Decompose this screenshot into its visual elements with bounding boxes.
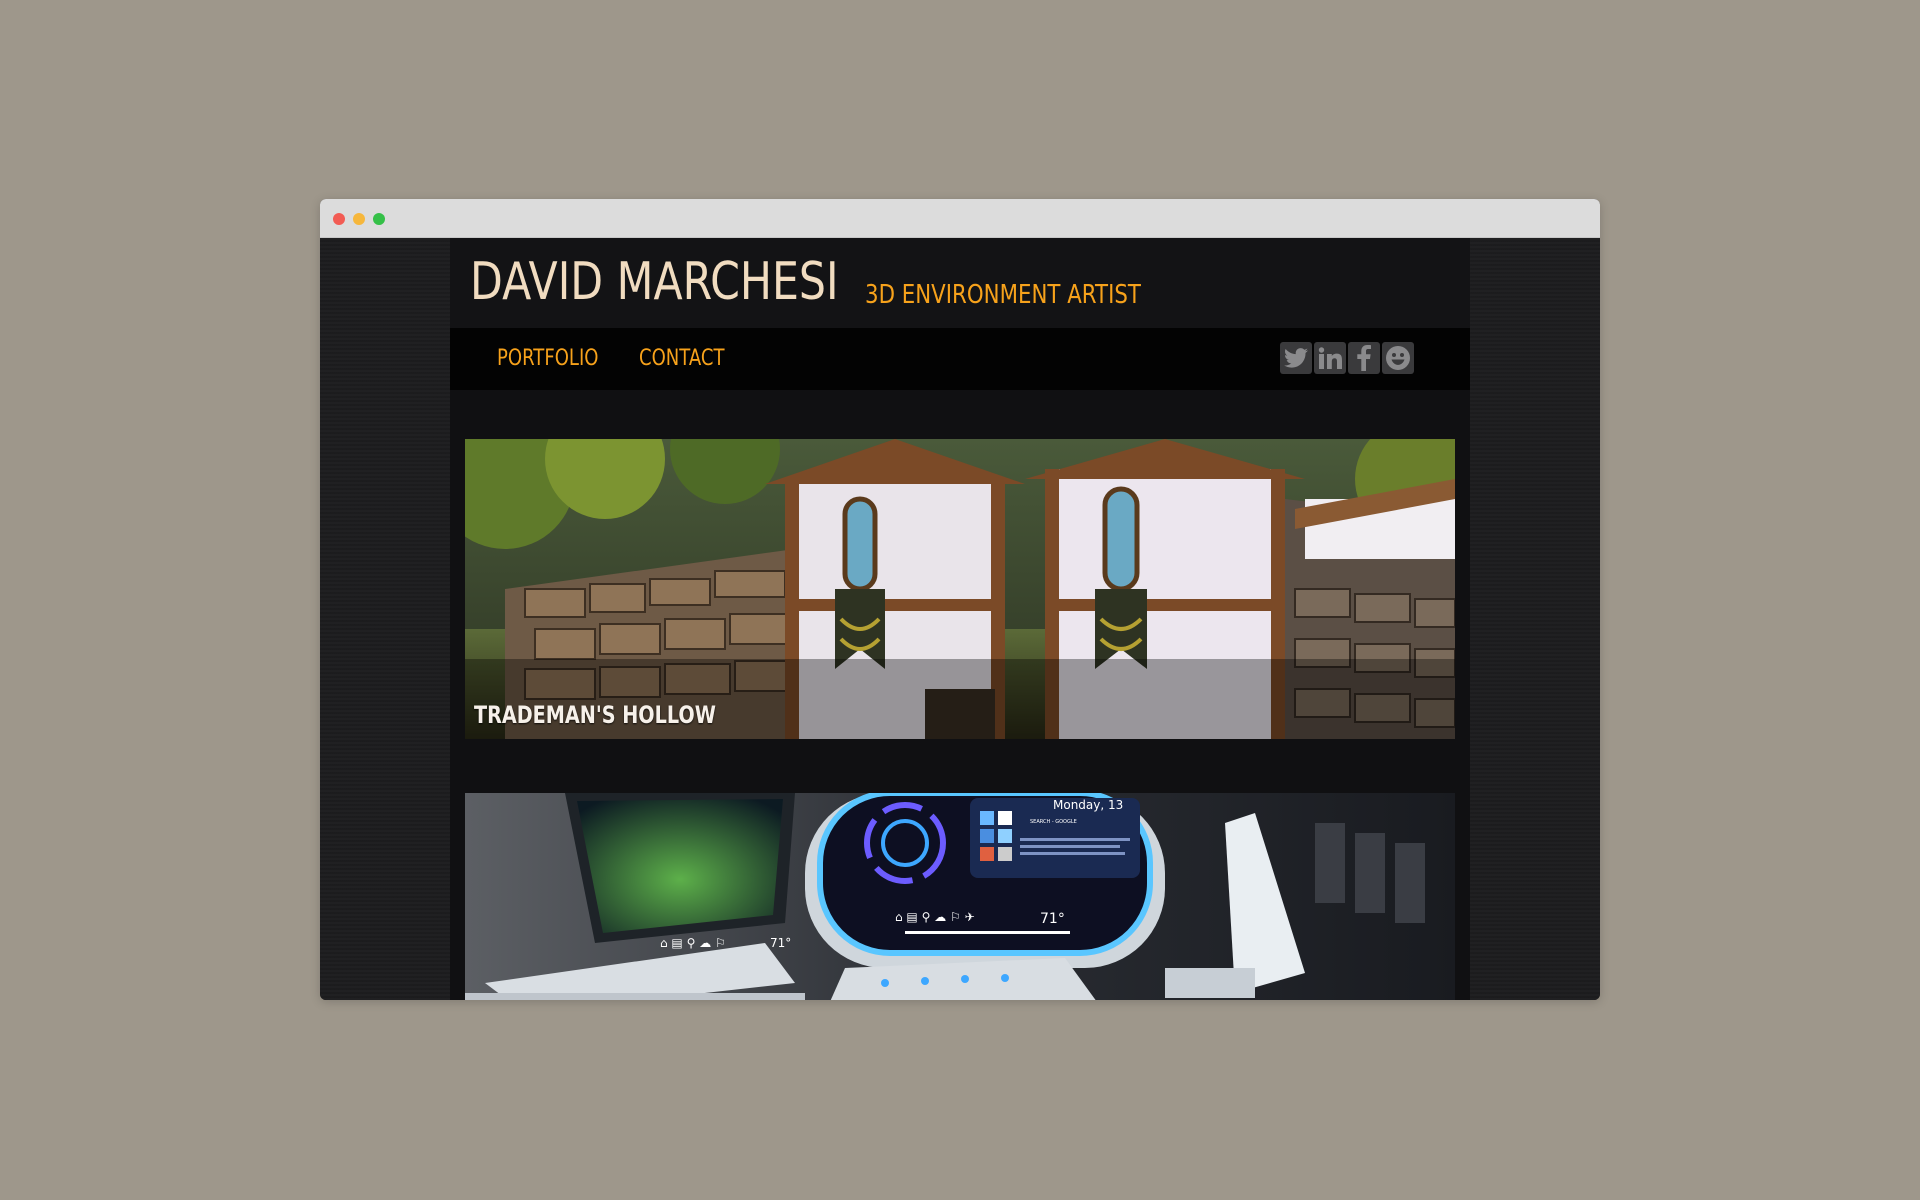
site-header: DAVID MARCHESI 3D ENVIRONMENT ARTIST: [450, 238, 1470, 328]
main-navigation: PORTFOLIO CONTACT: [450, 328, 1470, 390]
close-window-button[interactable]: [333, 213, 345, 225]
svg-text:⌂ ▤ ⚲ ☁ ⚐: ⌂ ▤ ⚲ ☁ ⚐: [660, 936, 726, 950]
svg-text:71°: 71°: [1040, 911, 1065, 927]
browser-toolbar: [320, 199, 1600, 238]
page-viewport: DAVID MARCHESI 3D ENVIRONMENT ARTIST POR…: [320, 238, 1600, 1000]
maximize-window-button[interactable]: [373, 213, 385, 225]
site-title[interactable]: DAVID MARCHESI: [470, 252, 839, 312]
project-thumbnail-image: [465, 439, 1455, 739]
project-title: TRADEMAN'S HOLLOW: [474, 701, 716, 729]
smiley-icon[interactable]: [1382, 342, 1414, 374]
minimize-window-button[interactable]: [353, 213, 365, 225]
twitter-icon[interactable]: [1280, 342, 1312, 374]
browser-window: DAVID MARCHESI 3D ENVIRONMENT ARTIST POR…: [320, 199, 1600, 1000]
facebook-icon[interactable]: [1348, 342, 1380, 374]
svg-text:Monday, 13: Monday, 13: [1053, 798, 1123, 812]
site-subtitle: 3D ENVIRONMENT ARTIST: [865, 280, 1141, 310]
svg-text:SEARCH - GOOGLE: SEARCH - GOOGLE: [1030, 819, 1077, 825]
project-tile[interactable]: TRADEMAN'S HOLLOW: [465, 439, 1455, 739]
linkedin-icon[interactable]: [1314, 342, 1346, 374]
nav-contact-link[interactable]: CONTACT: [639, 346, 725, 371]
svg-text:71°: 71°: [770, 936, 791, 950]
page-container: DAVID MARCHESI 3D ENVIRONMENT ARTIST POR…: [450, 238, 1470, 1000]
nav-portfolio-link[interactable]: PORTFOLIO: [497, 346, 598, 371]
svg-text:⌂ ▤ ⚲ ☁ ⚐ ✈: ⌂ ▤ ⚲ ☁ ⚐ ✈: [895, 910, 975, 924]
project-tile[interactable]: ⌂ ▤ ⚲ ☁ ⚐ 71° Monday, 13 SEARCH - GOOGLE…: [465, 793, 1455, 1000]
project-thumbnail-image: ⌂ ▤ ⚲ ☁ ⚐ 71° Monday, 13 SEARCH - GOOGLE…: [465, 793, 1455, 1000]
